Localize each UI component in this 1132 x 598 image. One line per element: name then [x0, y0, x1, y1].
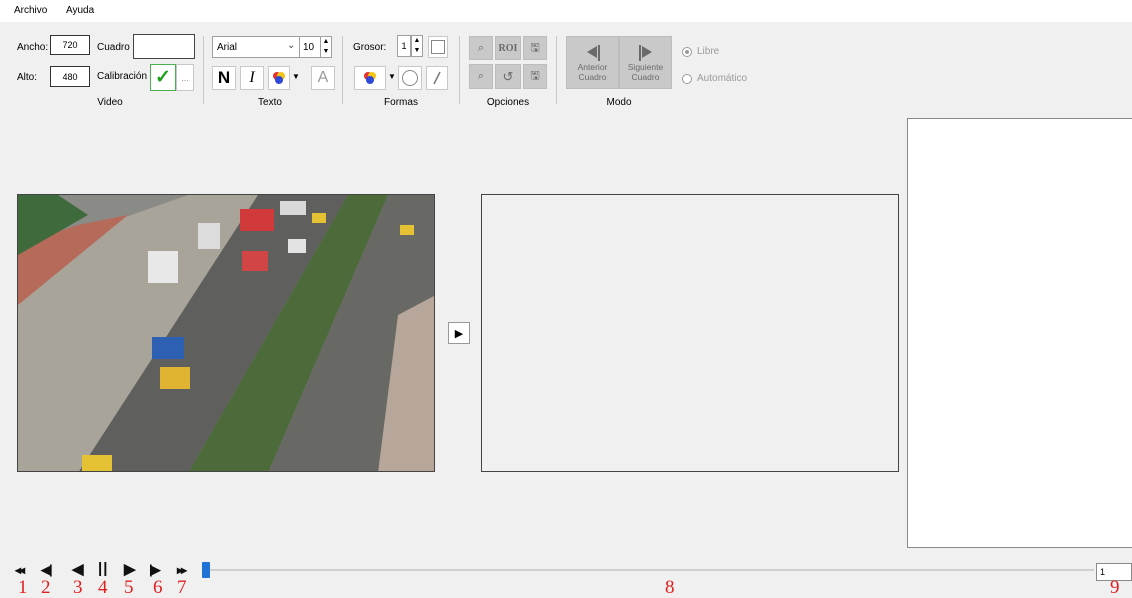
next-frame-button[interactable]: Siguiente Cuadro: [619, 36, 672, 89]
text-color-button[interactable]: [268, 66, 290, 90]
annotation-6: 6: [153, 577, 163, 598]
color-palette-icon: [364, 72, 376, 84]
pause-button[interactable]: ||: [98, 560, 108, 577]
separator: [459, 36, 460, 104]
next-frame-label: Siguiente Cuadro: [627, 61, 664, 82]
cuadro-field[interactable]: [133, 34, 195, 59]
alto-label: Alto:: [17, 72, 38, 83]
menu-bar: Archivo Ayuda: [0, 0, 1132, 22]
italic-button[interactable]: I: [240, 66, 264, 90]
annotation-3: 3: [73, 577, 83, 598]
timeline-track[interactable]: [204, 569, 1094, 571]
output-frame: [481, 194, 899, 472]
separator: [342, 36, 343, 104]
zoom-out-button[interactable]: ⌕: [469, 64, 493, 89]
font-select-value: Arial: [217, 42, 238, 53]
annotation-9: 9: [1110, 577, 1120, 598]
font-size-spinner[interactable]: ▲ ▼: [320, 36, 332, 58]
chevron-down-icon[interactable]: ⌄: [287, 40, 295, 51]
cuadro-label: Cuadro: [97, 42, 130, 53]
grosor-spinner[interactable]: ▲ ▼: [411, 35, 423, 57]
undo-button[interactable]: ↺: [495, 64, 521, 89]
flag-right-icon: [638, 44, 652, 61]
annotation-1: 1: [18, 577, 28, 598]
roi-button[interactable]: ROI: [495, 36, 521, 60]
toolbar-ribbon: Ancho: 720 Alto: 480 Cuadro Calibración …: [0, 22, 1132, 108]
separator: [203, 36, 204, 104]
video-image: [18, 195, 434, 471]
separator: [299, 37, 300, 57]
grosor-label: Grosor:: [353, 42, 387, 53]
step-forward-button[interactable]: |▶: [149, 562, 161, 578]
process-button[interactable]: ▶: [448, 322, 470, 344]
texto-group-label: Texto: [258, 97, 282, 108]
separator: [556, 36, 557, 104]
menu-ayuda[interactable]: Ayuda: [66, 5, 94, 16]
bold-button[interactable]: N: [212, 66, 236, 90]
font-select[interactable]: Arial ⌄ 10: [212, 36, 327, 58]
last-frame-button[interactable]: ▸▸: [177, 563, 187, 577]
annotation-5: 5: [124, 577, 134, 598]
play-button[interactable]: ▶: [124, 560, 136, 578]
rectangle-button[interactable]: [428, 36, 448, 58]
radio-dot: [685, 50, 689, 54]
line-icon: [433, 71, 441, 85]
annotation-8: 8: [665, 577, 675, 598]
play-reverse-button[interactable]: ◀: [72, 560, 84, 578]
grosor-field[interactable]: 1: [397, 35, 411, 57]
calibration-more-button[interactable]: ...: [176, 64, 194, 91]
video-group-label: Video: [97, 97, 123, 108]
calibration-check-button[interactable]: ✓: [150, 64, 176, 91]
text-color-dropdown[interactable]: ▼: [292, 72, 300, 81]
circle-button[interactable]: [398, 66, 422, 90]
video-frame[interactable]: [17, 194, 435, 472]
step-back-button[interactable]: ◀|: [41, 562, 53, 578]
ancho-label: Ancho:: [17, 42, 49, 53]
calibracion-label: Calibración: [97, 71, 148, 82]
zoom-in-icon: ⌕: [477, 41, 485, 54]
zoom-out-icon: ⌕: [477, 70, 485, 82]
clear-text-button[interactable]: A: [311, 66, 335, 90]
save-as-button[interactable]: 🖫: [523, 64, 547, 89]
previous-frame-label: Anterior Cuadro: [577, 61, 608, 82]
previous-frame-button[interactable]: Anterior Cuadro: [566, 36, 619, 89]
save-icon: 🖫: [530, 41, 540, 54]
annotation-4: 4: [98, 577, 108, 598]
undo-icon: ↺: [502, 68, 514, 84]
rectangle-icon: [431, 40, 445, 54]
libre-label: Libre: [697, 46, 720, 57]
save-button[interactable]: 🖫: [523, 36, 547, 60]
save-icon: 🖫: [530, 70, 540, 82]
side-panel: [907, 118, 1132, 548]
line-button[interactable]: [426, 66, 448, 90]
formas-group-label: Formas: [384, 97, 418, 108]
menu-archivo[interactable]: Archivo: [14, 5, 47, 16]
annotation-2: 2: [41, 577, 51, 598]
font-size-value: 10: [303, 42, 315, 53]
automatico-label: Automático: [697, 73, 748, 84]
annotation-7: 7: [177, 577, 187, 598]
ancho-field[interactable]: 720: [50, 35, 90, 55]
shape-color-button[interactable]: [354, 66, 386, 90]
shape-color-dropdown[interactable]: ▼: [388, 72, 396, 81]
modo-group-label: Modo: [606, 97, 632, 108]
zoom-in-button[interactable]: ⌕: [469, 36, 493, 60]
alto-field[interactable]: 480: [50, 66, 90, 87]
libre-radio[interactable]: [682, 47, 692, 57]
opciones-group-label: Opciones: [486, 97, 530, 108]
circle-icon: [402, 70, 418, 86]
first-frame-button[interactable]: ◂◂: [15, 563, 25, 577]
flag-left-icon: [586, 44, 600, 61]
automatico-radio[interactable]: [682, 74, 692, 84]
color-palette-icon: [273, 72, 285, 84]
timeline-handle[interactable]: [202, 562, 210, 578]
